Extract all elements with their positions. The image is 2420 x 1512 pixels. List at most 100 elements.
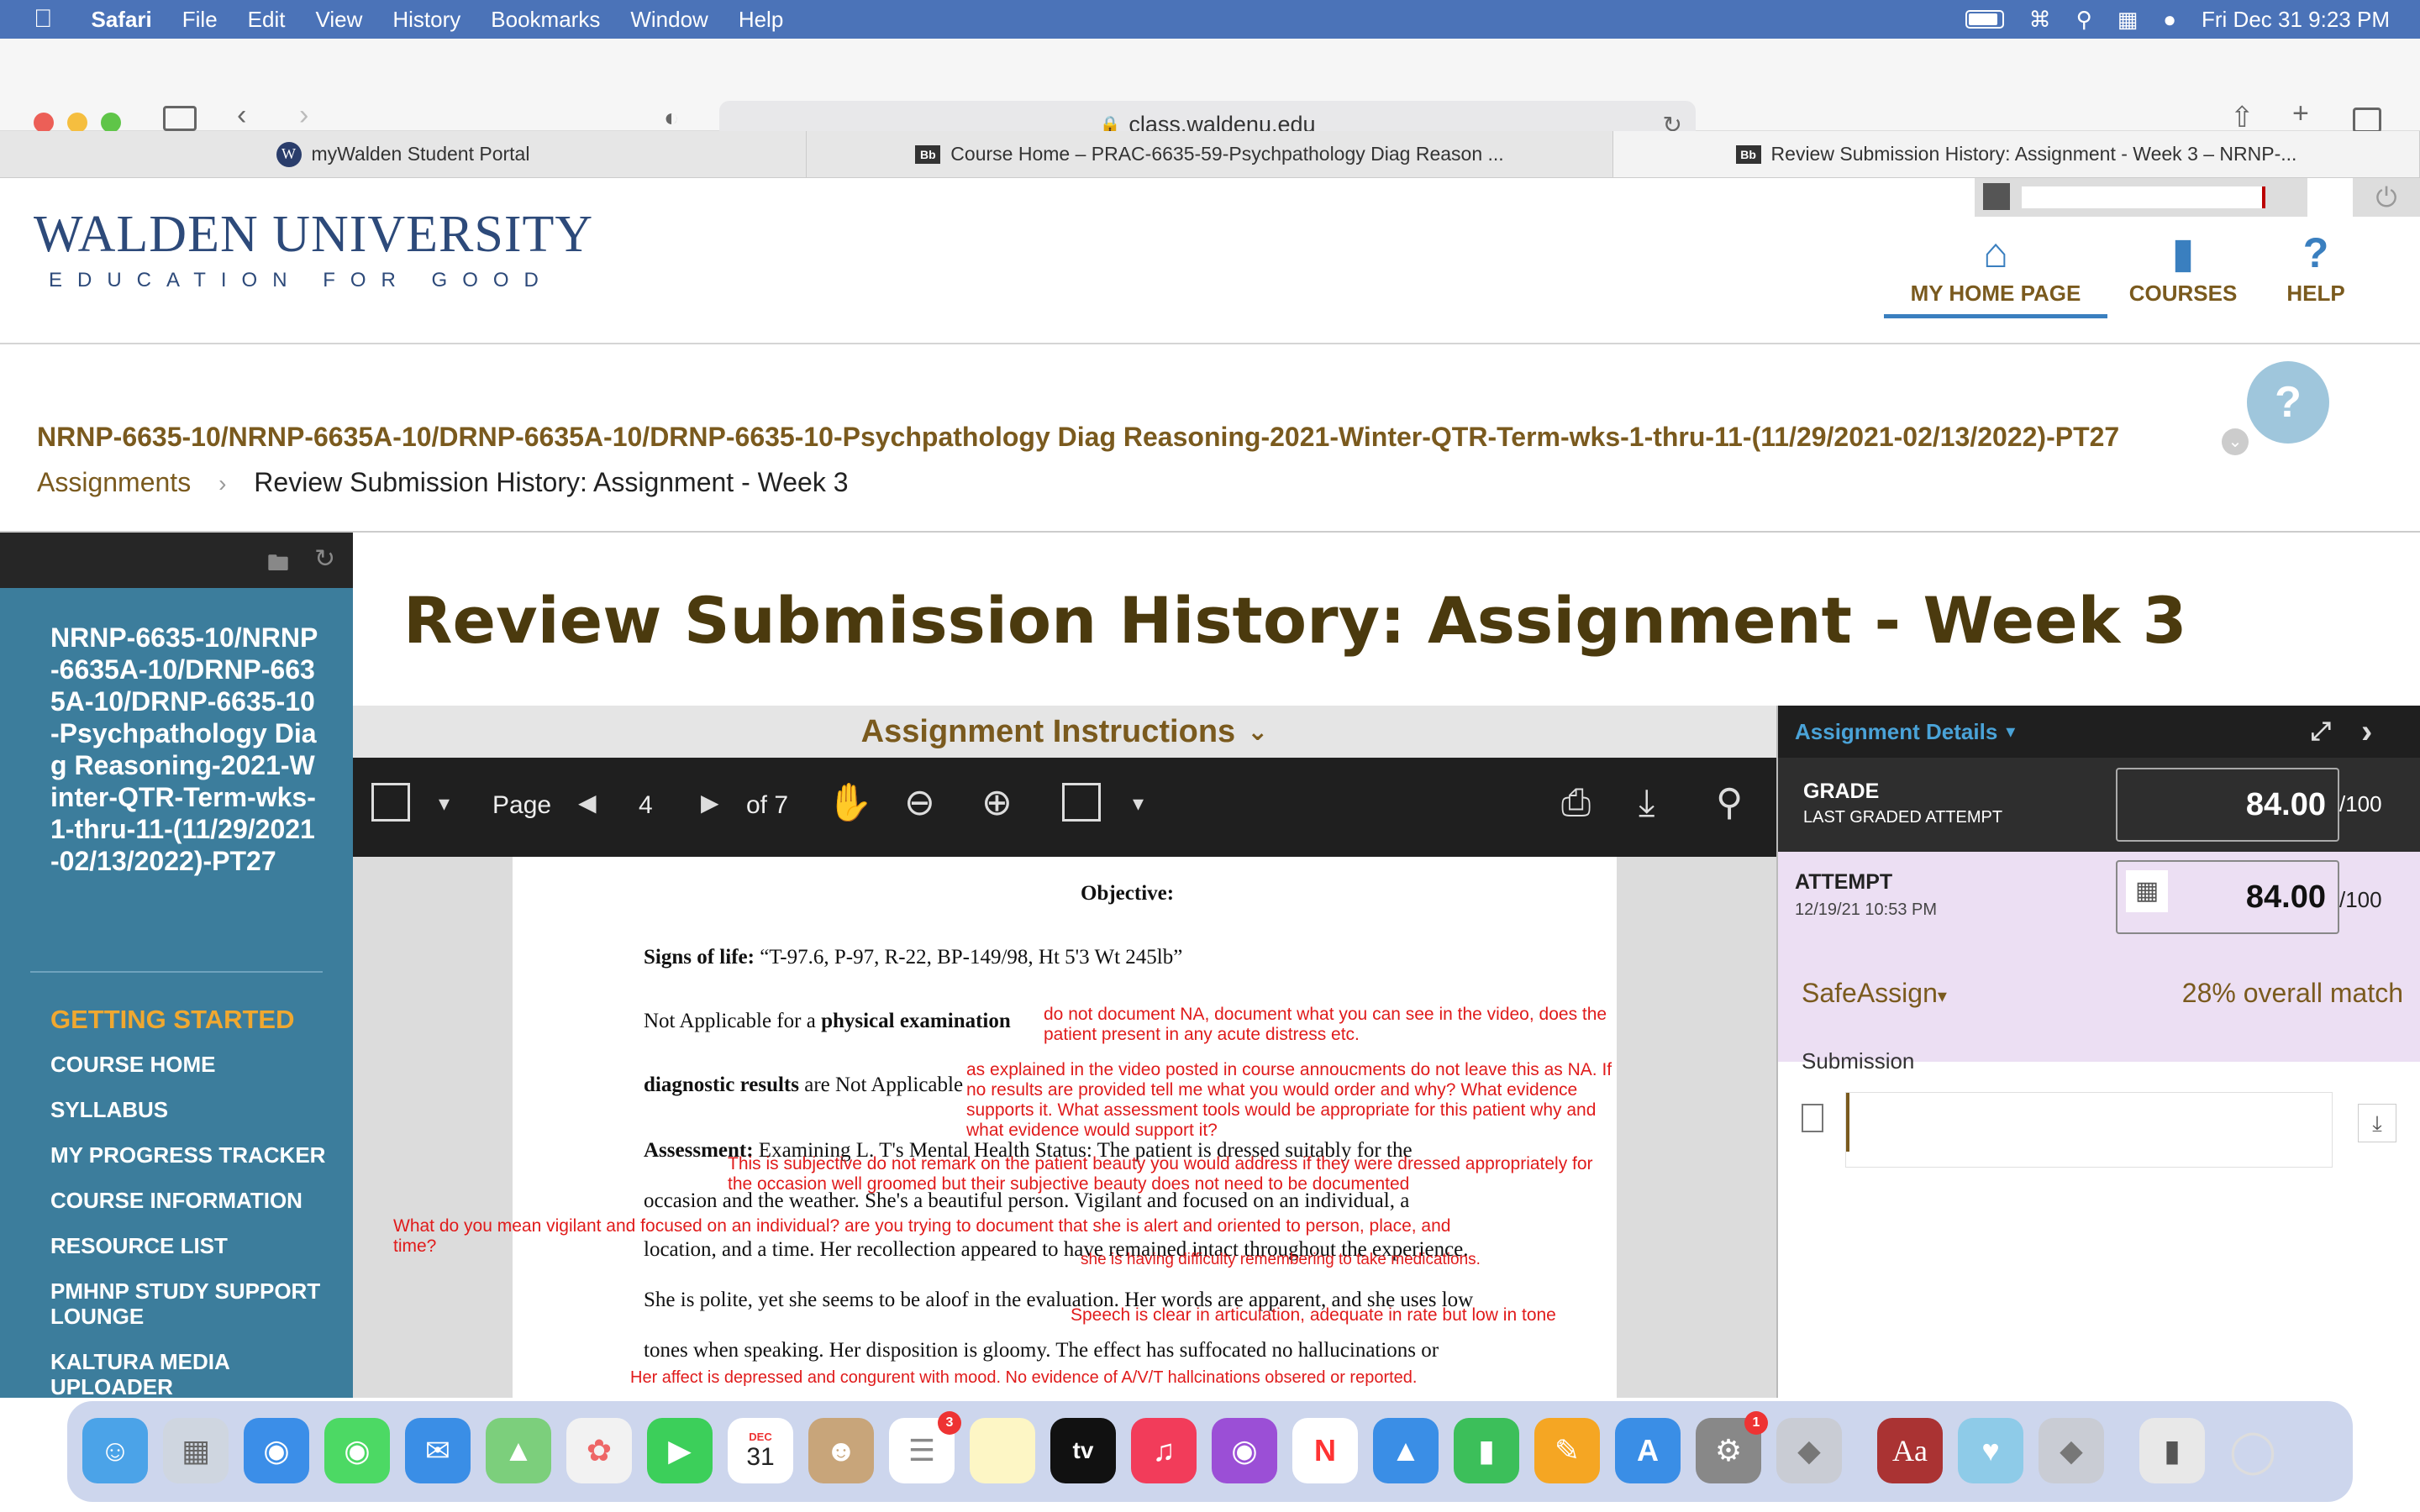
reminders-icon[interactable]: ☰ 3 <box>889 1411 961 1483</box>
menu-edit[interactable]: Edit <box>248 7 286 33</box>
new-tab-icon[interactable]: + <box>2292 97 2309 130</box>
apple-tv-icon[interactable]: tv <box>1050 1418 1116 1483</box>
messages-icon[interactable]: ◉ <box>324 1418 390 1483</box>
site-header: WALDEN UNIVERSITY EDUCATION FOR GOOD ⏻ ⌂… <box>0 178 2420 344</box>
thumbnails-panel-icon[interactable] <box>371 783 410 822</box>
control-center-icon[interactable]: ▦ <box>2118 7 2139 33</box>
minimize-window-button[interactable] <box>67 113 87 133</box>
help-bubble-button[interactable]: ? <box>2247 361 2329 444</box>
menu-help[interactable]: Help <box>739 7 783 33</box>
assignment-details-header[interactable]: Assignment Details ▾ ⤢ › <box>1778 706 2420 758</box>
hand-pan-icon[interactable]: ✋ <box>827 783 873 823</box>
dictionary-icon[interactable]: Aa <box>1877 1418 1943 1483</box>
fit-page-icon[interactable] <box>1062 783 1101 822</box>
safeassign-dropdown[interactable]: SafeAssign▾ <box>1802 978 1947 1009</box>
sidebar-item-study-lounge[interactable]: PMHNP STUDY SUPPORT LOUNGE <box>50 1278 336 1329</box>
pages-icon[interactable]: ✎ <box>1534 1418 1600 1483</box>
roblox-icon[interactable]: ◆ <box>1776 1418 1842 1483</box>
hello-kitty-app-icon[interactable]: ♥ <box>1958 1418 2023 1483</box>
previous-page-icon[interactable]: ◀ <box>578 783 597 823</box>
next-page-icon[interactable]: ▶ <box>701 783 719 823</box>
course-menu-chevron-icon[interactable]: ⌄ <box>2222 428 2249 455</box>
breadcrumb-assignments-link[interactable]: Assignments <box>37 467 191 497</box>
sidebar-item-resource-list[interactable]: RESOURCE LIST <box>50 1233 336 1258</box>
search-icon[interactable]: ⚲ <box>1716 783 1743 823</box>
sidebar-item-syllabus[interactable]: SYLLABUS <box>50 1097 336 1122</box>
launchpad-icon[interactable]: ▦ <box>163 1418 229 1483</box>
numbers-icon[interactable]: ▮ <box>1454 1418 1519 1483</box>
zoom-window-button[interactable] <box>101 113 121 133</box>
menu-app-name[interactable]: Safari <box>92 7 152 33</box>
finder-icon[interactable]: ☺ <box>82 1418 148 1483</box>
menu-file[interactable]: File <box>182 7 218 33</box>
safeassign-match[interactable]: 28% overall match <box>2182 978 2403 1009</box>
tab-course-home[interactable]: Bb Course Home – PRAC-6635-59-Psychpatho… <box>807 131 1613 177</box>
sidebar-item-course-information[interactable]: COURSE INFORMATION <box>50 1188 336 1213</box>
chevron-right-icon[interactable]: › <box>2361 713 2372 751</box>
chevron-down-icon[interactable]: ▾ <box>439 783 450 823</box>
expand-icon[interactable]: ⤢ <box>2311 717 2331 746</box>
facetime-icon[interactable]: ▶ <box>647 1418 713 1483</box>
nav-my-home-page[interactable]: ⌂ MY HOME PAGE <box>1891 228 2101 307</box>
news-icon[interactable]: N <box>1292 1418 1358 1483</box>
notes-icon[interactable] <box>970 1418 1035 1483</box>
sidebar-item-progress-tracker[interactable]: MY PROGRESS TRACKER <box>50 1142 336 1168</box>
submission-file-link[interactable] <box>1845 1092 2333 1168</box>
nav-courses[interactable]: ▮ COURSES <box>2126 228 2240 307</box>
menu-history[interactable]: History <box>392 7 460 33</box>
page-number-input[interactable]: 4 <box>639 791 653 820</box>
close-window-button[interactable] <box>34 113 54 133</box>
keynote-icon[interactable]: ▲ <box>1373 1418 1439 1483</box>
tab-mywalden[interactable]: W myWalden Student Portal <box>0 131 807 177</box>
forward-arrow-icon[interactable]: › <box>299 99 308 132</box>
tab-review-submission[interactable]: Bb Review Submission History: Assignment… <box>1613 131 2420 177</box>
apple-menu-icon[interactable]:  <box>34 5 53 34</box>
calendar-icon[interactable]: DEC 31 <box>728 1418 793 1483</box>
siri-icon[interactable]: ● <box>2163 7 2176 33</box>
share-icon[interactable]: ⇧ <box>2230 101 2254 134</box>
system-preferences-icon[interactable]: ⚙ 1 <box>1696 1411 1768 1483</box>
music-icon[interactable]: ♫ <box>1131 1418 1197 1483</box>
tab-overview-icon[interactable] <box>2353 108 2381 133</box>
roblox-studio-icon[interactable]: ◆ <box>2039 1418 2104 1483</box>
maps-icon[interactable]: ▲ <box>486 1418 551 1483</box>
app-store-icon[interactable]: A <box>1615 1418 1681 1483</box>
zoom-out-icon[interactable]: ⊖ <box>904 783 935 823</box>
nav-help[interactable]: ? HELP <box>2274 228 2358 307</box>
sidebar-course-name[interactable]: NRNP-6635-10/NRNP-6635A-10/DRNP-6635A-10… <box>50 622 319 877</box>
attempt-score[interactable]: ▦ 84.00 <box>2116 860 2339 934</box>
safari-icon[interactable]: ◉ <box>244 1418 309 1483</box>
podcasts-icon[interactable]: ◉ <box>1212 1418 1277 1483</box>
menu-bookmarks[interactable]: Bookmarks <box>491 7 600 33</box>
download-icon[interactable]: ⤓ <box>2358 1104 2396 1142</box>
print-icon[interactable]: ⎙ <box>1561 783 1591 823</box>
chevron-down-icon[interactable]: ▾ <box>1133 783 1144 823</box>
sidebar-item-kaltura[interactable]: KALTURA MEDIA UPLOADER <box>50 1349 336 1399</box>
pdf-viewer[interactable]: Objective: Signs of life: “T-97.6, P-97,… <box>353 857 1776 1398</box>
privacy-shield-icon[interactable]: ◐ <box>664 104 679 133</box>
back-arrow-icon[interactable]: ‹ <box>237 99 246 132</box>
assignment-details-panel: Assignment Details ▾ ⤢ › GRADE LAST GRAD… <box>1776 706 2420 1398</box>
trash-icon[interactable]: ◯ <box>2220 1418 2286 1483</box>
photos-icon[interactable]: ✿ <box>566 1418 632 1483</box>
logout-power-icon[interactable]: ⏻ <box>2353 178 2420 217</box>
sidebar-toggle-icon[interactable] <box>163 106 197 131</box>
wifi-icon[interactable]: ⌘ <box>2029 7 2051 33</box>
user-profile-box[interactable] <box>1975 178 2307 217</box>
menu-window[interactable]: Window <box>630 7 708 33</box>
refresh-icon[interactable]: ↻ <box>314 544 335 574</box>
menu-clock[interactable]: Fri Dec 31 9:23 PM <box>2202 7 2390 33</box>
menu-view[interactable]: View <box>315 7 362 33</box>
download-icon[interactable]: ⤓ <box>1639 783 1655 823</box>
contacts-icon[interactable]: ☻ <box>808 1418 874 1483</box>
battery-icon[interactable] <box>1965 10 2004 29</box>
spotlight-search-icon[interactable]: ⚲ <box>2076 7 2092 33</box>
downloads-folder-icon[interactable]: ▮ <box>2139 1418 2205 1483</box>
folder-icon[interactable]: 🖿 <box>267 548 289 585</box>
mail-icon[interactable]: ✉ <box>405 1418 471 1483</box>
walden-logo[interactable]: WALDEN UNIVERSITY <box>34 205 593 265</box>
assignment-instructions-toggle[interactable]: Assignment Instructions ⌄ <box>353 706 1776 758</box>
rubric-grid-icon[interactable]: ▦ <box>2126 870 2168 912</box>
sidebar-item-course-home[interactable]: COURSE HOME <box>50 1052 336 1077</box>
zoom-in-icon[interactable]: ⊕ <box>981 783 1013 823</box>
